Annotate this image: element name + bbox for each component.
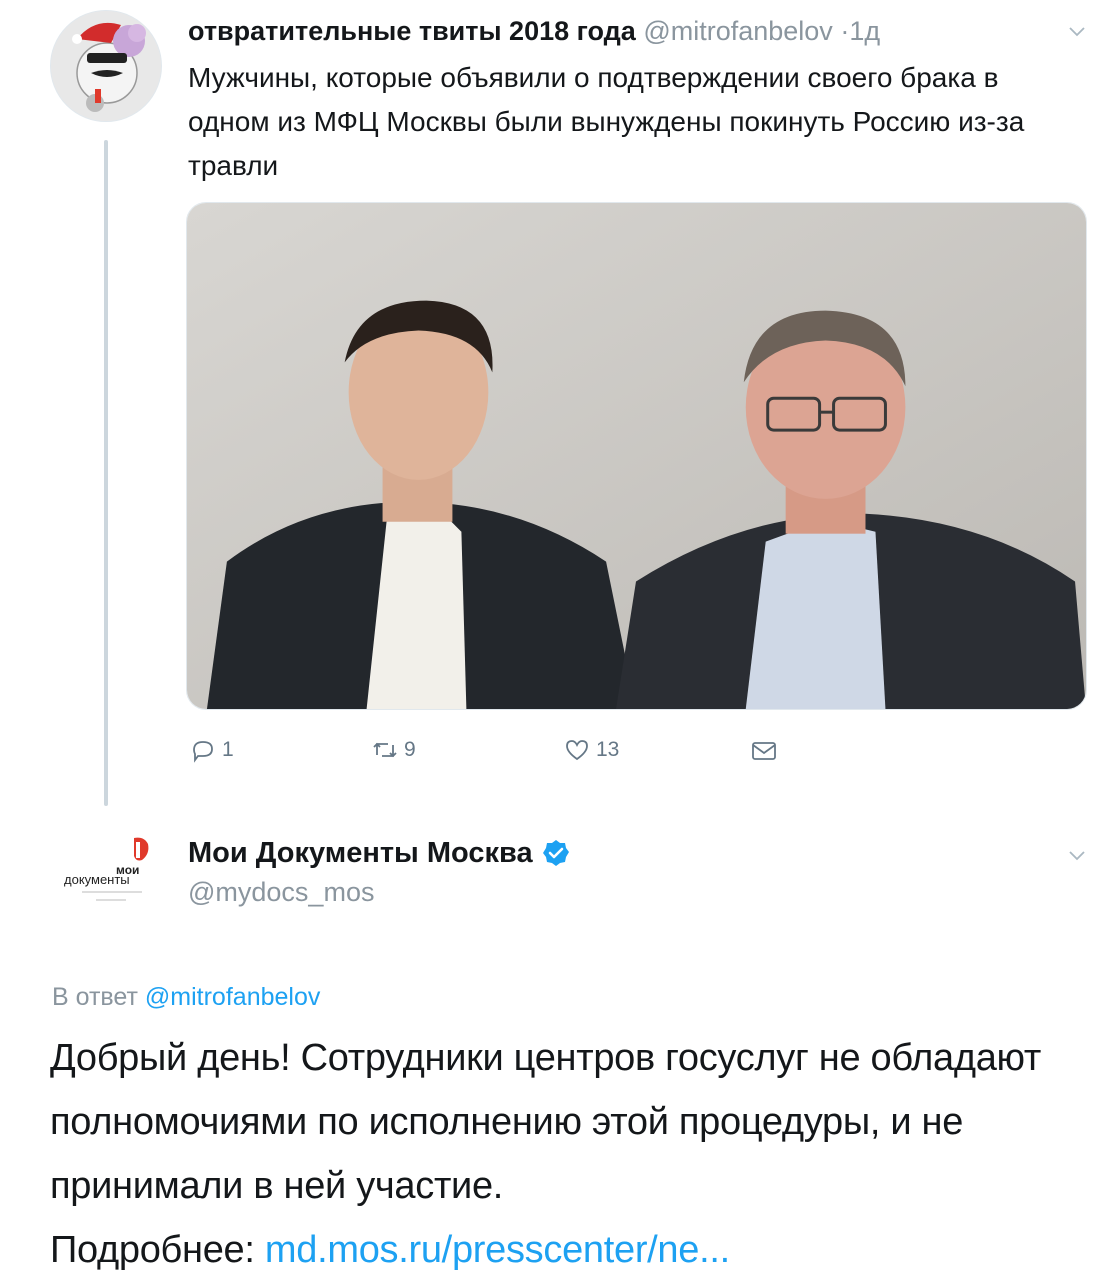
reply-context: В ответ @mitrofanbelov (52, 980, 320, 1014)
like-button[interactable]: 13 (562, 730, 619, 770)
author-handle[interactable]: @mydocs_mos (188, 874, 374, 910)
logo-text-2: документы (64, 872, 130, 887)
retweet-button[interactable]: 9 (370, 730, 416, 770)
tweet-time[interactable]: 1д (849, 16, 880, 46)
dm-button[interactable] (748, 730, 782, 770)
chevron-down-icon[interactable] (1066, 20, 1088, 42)
author-name-row: Мои Документы Москва (188, 834, 571, 872)
press-link[interactable]: md.mos.ru/presscenter/ne... (265, 1229, 730, 1271)
reply-prefix: В ответ (52, 983, 138, 1011)
tweet-actions: 1 9 13 (186, 730, 886, 770)
more-prefix: Подробнее: (50, 1229, 255, 1271)
reply-icon (193, 741, 213, 763)
retweet-count: 9 (404, 738, 416, 761)
like-count: 13 (596, 738, 620, 761)
chevron-down-icon[interactable] (1066, 844, 1088, 866)
author-avatar[interactable] (50, 10, 162, 122)
retweet-icon (373, 742, 397, 758)
reply-handle-link[interactable]: @mitrofanbelov (145, 983, 320, 1011)
verified-badge-icon (542, 840, 569, 866)
reply-button[interactable]: 1 (188, 730, 234, 770)
tweet-photo[interactable] (186, 202, 1087, 710)
reply-count: 1 (222, 738, 234, 761)
thread-line (104, 140, 108, 806)
tweet-text: Добрый день! Сотрудники центров госуслуг… (50, 1026, 1100, 1280)
author-name[interactable]: отвратительные твиты 2018 года (188, 16, 636, 46)
tweet-text: Мужчины, которые объявили о подтверждени… (188, 62, 1025, 181)
tweet-header: отвратительные твиты 2018 года @mitrofan… (188, 14, 880, 48)
reply-text: Добрый день! Сотрудники центров госуслуг… (50, 1037, 1042, 1207)
envelope-icon (752, 742, 776, 760)
mydocs-logo[interactable]: мои документы (56, 832, 156, 912)
author-handle[interactable]: @mitrofanbelov (643, 16, 833, 46)
author-name[interactable]: Мои Документы Москва (188, 834, 533, 872)
separator-dot: · (840, 16, 850, 46)
heart-icon (566, 740, 588, 761)
